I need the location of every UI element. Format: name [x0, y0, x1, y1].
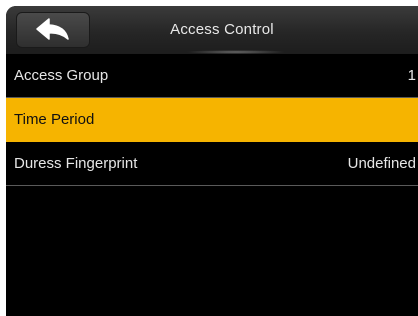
menu-item-access-group[interactable]: Access Group 1	[6, 54, 418, 98]
menu-item-label: Time Period	[14, 111, 95, 128]
menu-item-value: Undefined	[347, 155, 416, 172]
menu-item-time-period[interactable]: Time Period	[6, 98, 418, 142]
menu-item-value: 1	[407, 67, 416, 84]
device-screen: Access Control Access Group 1 Time Perio…	[6, 6, 418, 316]
back-arrow-icon	[34, 17, 72, 43]
menu-item-label: Duress Fingerprint	[14, 155, 138, 172]
menu-item-duress-fingerprint[interactable]: Duress Fingerprint Undefined	[6, 142, 418, 186]
title-bar: Access Control	[6, 6, 418, 54]
menu-list: Access Group 1 Time Period Duress Finger…	[6, 54, 418, 186]
back-button[interactable]	[16, 12, 90, 48]
menu-item-label: Access Group	[14, 67, 109, 84]
page-title: Access Control	[170, 21, 274, 38]
